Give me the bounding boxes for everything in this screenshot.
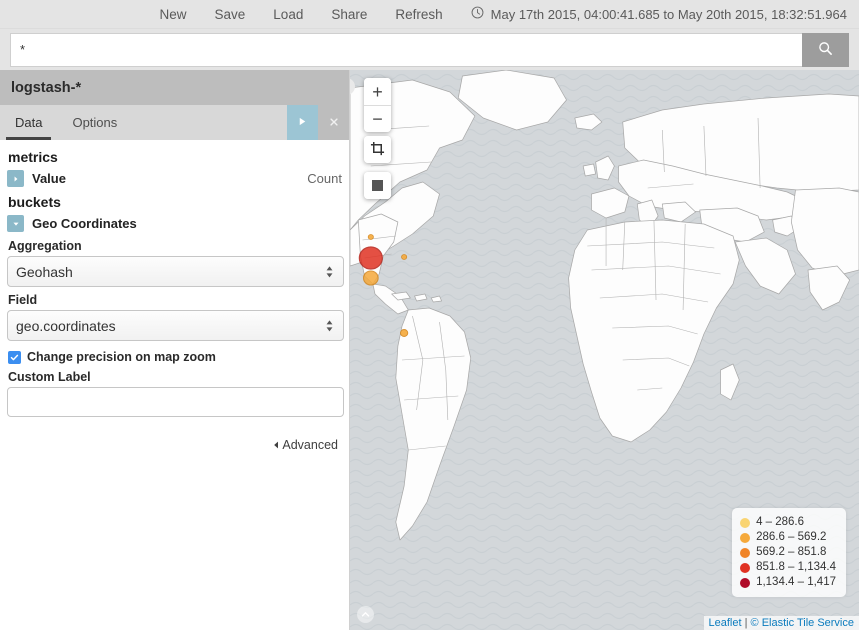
- legend-item: 4 – 286.6: [740, 515, 836, 530]
- caret-left-icon: [273, 438, 279, 452]
- caret-right-icon[interactable]: [7, 170, 24, 187]
- advanced-toggle[interactable]: Advanced: [7, 438, 342, 452]
- zoom-controls: + −: [364, 78, 391, 132]
- precision-checkbox-label: Change precision on map zoom: [27, 350, 216, 364]
- legend-item: 286.6 – 569.2: [740, 530, 836, 545]
- tile-provider-label: Elastic Tile Service: [762, 617, 854, 629]
- tab-data[interactable]: Data: [0, 105, 57, 140]
- precision-checkbox-row[interactable]: Change precision on map zoom: [8, 350, 342, 364]
- legend-label: 569.2 – 851.8: [756, 545, 826, 560]
- editor-action-buttons: [287, 105, 349, 140]
- fit-bounds-control: [364, 136, 391, 163]
- main-content: logstash-* Data Options: [0, 70, 859, 630]
- tile-map-visualization[interactable]: + − 4 – 286.6: [350, 70, 859, 630]
- field-select-label: Field: [8, 293, 342, 307]
- legend-color-swatch: [740, 578, 750, 588]
- chevron-left-icon: [350, 78, 351, 96]
- field-select[interactable]: geo.coordinates: [7, 310, 344, 341]
- nav-item-load[interactable]: Load: [259, 0, 317, 29]
- apply-changes-button[interactable]: [287, 105, 318, 140]
- tab-data-label: Data: [15, 115, 42, 130]
- metrics-heading: metrics: [8, 149, 342, 165]
- zoom-in-button[interactable]: +: [364, 78, 391, 105]
- nav-item-share[interactable]: Share: [317, 0, 381, 29]
- aggregation-field-label: Aggregation: [8, 239, 342, 253]
- map-attribution: Leaflet | © Elastic Tile Service: [704, 616, 859, 630]
- legend-item: 851.8 – 1,134.4: [740, 560, 836, 575]
- attribution-separator: |: [745, 617, 748, 629]
- editor-form: metrics Value Count buckets Geo Coordina…: [0, 140, 349, 630]
- time-range-label: May 17th 2015, 04:00:41.685 to May 20th …: [491, 7, 847, 22]
- query-bar: [0, 29, 859, 70]
- legend-color-swatch: [740, 518, 750, 528]
- bucket-label: Geo Coordinates: [32, 216, 137, 231]
- metric-row-value[interactable]: Value Count: [7, 170, 342, 187]
- legend-label: 4 – 286.6: [756, 515, 804, 530]
- square-icon: [371, 177, 384, 195]
- time-range-picker[interactable]: May 17th 2015, 04:00:41.685 to May 20th …: [457, 6, 847, 22]
- legend-label: 1,134.4 – 1,417: [756, 575, 836, 590]
- visualization-editor-sidebar: logstash-* Data Options: [0, 70, 350, 630]
- legend-item: 1,134.4 – 1,417: [740, 575, 836, 590]
- zoom-out-button[interactable]: −: [364, 105, 391, 132]
- aggregation-select-wrapper: Geohash: [7, 256, 342, 287]
- bucket-row-geo-coordinates[interactable]: Geo Coordinates: [7, 215, 342, 232]
- copyright-symbol: ©: [751, 617, 759, 629]
- search-submit-button[interactable]: [802, 33, 849, 67]
- chevron-up-icon: [361, 606, 370, 624]
- top-navigation-bar: New Save Load Share Refresh May 17th 201…: [0, 0, 859, 29]
- tab-options[interactable]: Options: [57, 105, 132, 140]
- caret-down-icon[interactable]: [7, 215, 24, 232]
- play-icon: [297, 115, 308, 130]
- close-icon: [329, 115, 339, 130]
- leaflet-link[interactable]: Leaflet: [709, 617, 742, 629]
- custom-label-label: Custom Label: [8, 370, 342, 384]
- nav-item-new[interactable]: New: [146, 0, 201, 29]
- legend-item: 569.2 – 851.8: [740, 545, 836, 560]
- crop-icon: [370, 141, 385, 159]
- metric-label: Value: [32, 171, 66, 186]
- advanced-label: Advanced: [282, 438, 338, 452]
- nav-item-save[interactable]: Save: [201, 0, 260, 29]
- custom-label-input[interactable]: [7, 387, 344, 417]
- metric-value: Count: [307, 171, 342, 186]
- index-pattern-title: logstash-*: [0, 70, 349, 105]
- field-select-wrapper: geo.coordinates: [7, 310, 342, 341]
- nav-item-refresh[interactable]: Refresh: [381, 0, 456, 29]
- legend-color-swatch: [740, 533, 750, 543]
- draw-rectangle-button[interactable]: [364, 172, 391, 199]
- editor-tab-bar: Data Options: [0, 105, 349, 140]
- aggregation-select[interactable]: Geohash: [7, 256, 344, 287]
- fit-bounds-button[interactable]: [364, 136, 391, 163]
- legend-label: 286.6 – 569.2: [756, 530, 826, 545]
- map-legend: 4 – 286.6 286.6 – 569.2 569.2 – 851.8 85…: [732, 508, 846, 597]
- clock-icon: [471, 6, 484, 22]
- legend-label: 851.8 – 1,134.4: [756, 560, 836, 575]
- draw-rectangle-control: [364, 172, 391, 199]
- buckets-heading: buckets: [8, 194, 342, 210]
- expand-panel-button[interactable]: [357, 606, 374, 623]
- tab-options-label: Options: [72, 115, 117, 130]
- legend-color-swatch: [740, 548, 750, 558]
- tile-provider-link[interactable]: © Elastic Tile Service: [751, 617, 854, 629]
- search-icon: [818, 41, 833, 59]
- checkbox-icon[interactable]: [8, 351, 21, 364]
- search-input[interactable]: [10, 33, 802, 67]
- legend-color-swatch: [740, 563, 750, 573]
- discard-changes-button[interactable]: [318, 105, 349, 140]
